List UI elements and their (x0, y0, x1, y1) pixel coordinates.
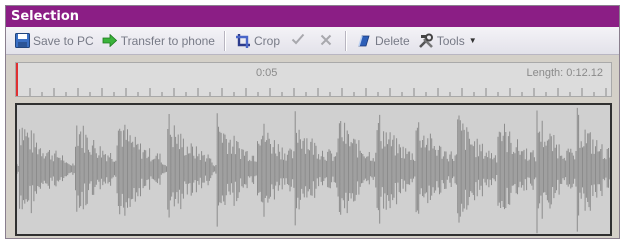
ruler-time-label: 0:05 (256, 67, 278, 79)
selection-panel: Selection Save to PC Transfer to phone C… (5, 5, 620, 239)
panel-title: Selection (6, 6, 619, 27)
eraser-icon (356, 33, 372, 49)
waveform-view[interactable] (15, 103, 612, 236)
transfer-to-phone-label: Transfer to phone (120, 33, 215, 48)
crop-icon (235, 33, 251, 49)
timeline-ruler[interactable]: 0:05 Length: 0:12.12 (15, 62, 612, 97)
toolbar-separator (345, 30, 347, 51)
transfer-to-phone-button[interactable]: Transfer to phone (98, 30, 219, 52)
confirm-button[interactable] (287, 30, 309, 52)
delete-button[interactable]: Delete (352, 30, 414, 52)
tools-label: Tools (436, 33, 465, 48)
toolbar: Save to PC Transfer to phone Crop Delete… (6, 27, 619, 55)
crop-label: Crop (253, 33, 280, 48)
tools-menu-button[interactable]: Tools ▼ (414, 30, 481, 52)
toolbar-separator (223, 30, 226, 51)
green-arrow-right-icon (102, 33, 118, 49)
save-to-pc-label: Save to PC (33, 33, 94, 48)
x-icon (320, 31, 332, 50)
waveform (17, 107, 610, 234)
floppy-disk-icon (14, 33, 30, 49)
save-to-pc-button[interactable]: Save to PC (10, 30, 98, 52)
tools-icon (418, 33, 434, 49)
cancel-button[interactable] (315, 30, 337, 52)
checkmark-icon (291, 31, 305, 50)
length-label: Length: 0:12.12 (526, 67, 603, 79)
crop-button[interactable]: Crop (231, 30, 284, 52)
delete-label: Delete (375, 33, 410, 48)
ruler-ticks (29, 88, 607, 96)
chevron-down-icon: ▼ (468, 36, 477, 45)
